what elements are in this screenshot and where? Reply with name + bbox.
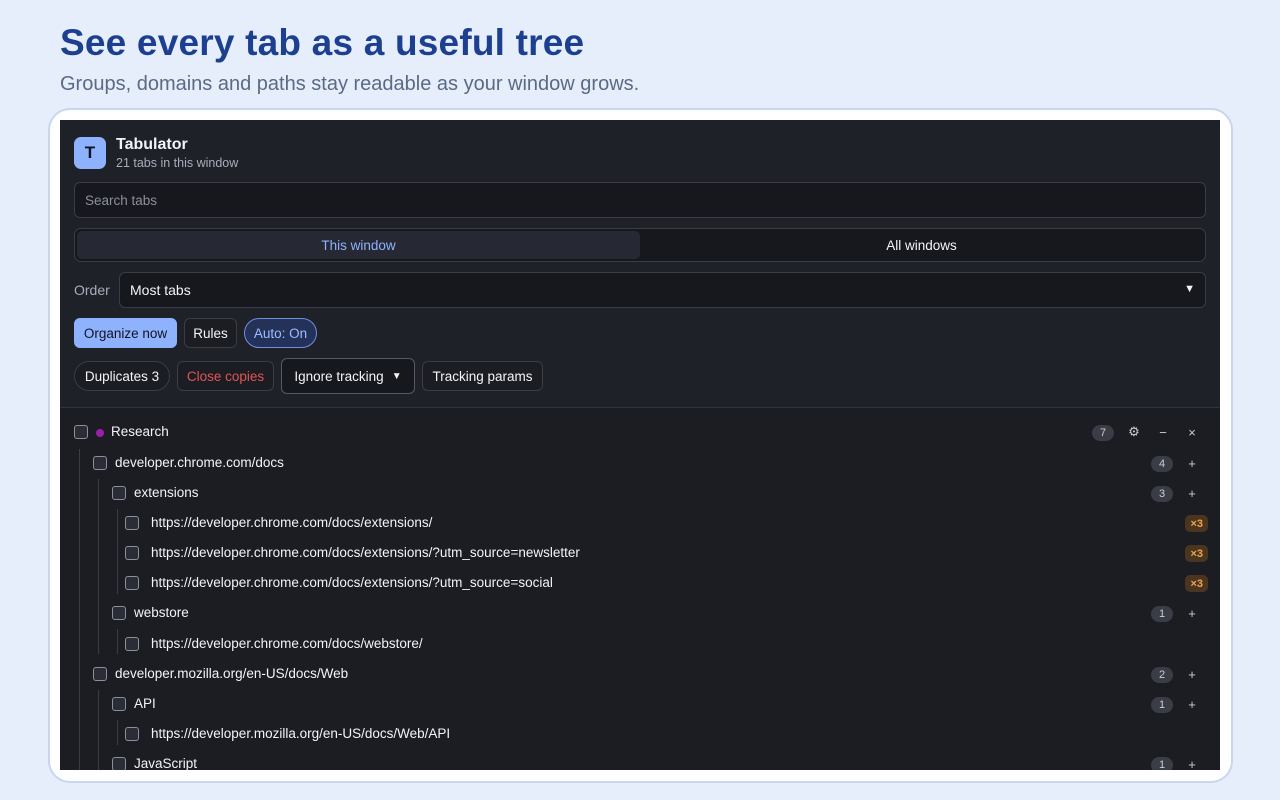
tab-url: https://developer.chrome.com/docs/extens… — [151, 575, 553, 590]
row-checkbox[interactable] — [112, 697, 126, 711]
scope-toggle: This window All windows — [74, 228, 1206, 262]
row-checkbox[interactable] — [74, 425, 88, 439]
duplicate-badge: ×3 — [1185, 545, 1208, 562]
tab-count-badge: 3 — [1151, 486, 1173, 502]
tab-row[interactable]: https://developer.chrome.com/docs/websto… — [60, 630, 1220, 660]
row-label: extensions — [134, 485, 199, 500]
plus-icon[interactable]: + — [1183, 604, 1201, 622]
tab-row[interactable]: https://developer.chrome.com/docs/extens… — [60, 509, 1220, 539]
tracking-mode-select[interactable]: Ignore tracking ▼ — [281, 358, 415, 394]
gear-icon[interactable]: ⚙ — [1125, 423, 1143, 441]
row-checkbox[interactable] — [125, 727, 139, 741]
chevron-down-icon: ▼ — [391, 370, 402, 382]
tab-count-badge: 7 — [1092, 425, 1114, 441]
row-checkbox[interactable] — [93, 667, 107, 681]
tab-count-badge: 2 — [1151, 667, 1173, 683]
row-label: API — [134, 696, 156, 711]
path-row[interactable]: API 1 + — [60, 690, 1220, 720]
tab-all-windows[interactable]: All windows — [640, 231, 1203, 259]
row-checkbox[interactable] — [112, 757, 126, 770]
organize-now-button[interactable]: Organize now — [74, 318, 177, 348]
close-icon[interactable]: × — [1183, 423, 1201, 441]
tab-count-badge: 4 — [1151, 456, 1173, 472]
order-label: Order — [74, 282, 110, 298]
group-label: Research — [111, 424, 169, 439]
tab-url: https://developer.chrome.com/docs/websto… — [151, 636, 423, 651]
close-copies-button[interactable]: Close copies — [177, 361, 274, 391]
path-row[interactable]: webstore 1 + — [60, 599, 1220, 629]
duplicate-badge: ×3 — [1185, 575, 1208, 592]
row-label: developer.mozilla.org/en-US/docs/Web — [115, 666, 349, 681]
tab-count-badge: 1 — [1151, 606, 1173, 622]
extension-panel: T Tabulator 21 tabs in this window This … — [60, 120, 1220, 770]
tab-url: https://developer.chrome.com/docs/extens… — [151, 515, 433, 530]
row-checkbox[interactable] — [112, 486, 126, 500]
domain-row[interactable]: developer.chrome.com/docs 4 + — [60, 449, 1220, 479]
tracking-mode-value: Ignore tracking — [294, 368, 384, 384]
path-row[interactable]: extensions 3 + — [60, 479, 1220, 509]
plus-icon[interactable]: + — [1183, 755, 1201, 771]
tab-url: https://developer.chrome.com/docs/extens… — [151, 545, 580, 560]
collapse-icon[interactable]: − — [1154, 423, 1172, 441]
row-checkbox[interactable] — [125, 576, 139, 590]
plus-icon[interactable]: + — [1183, 454, 1201, 472]
row-label: JavaScript — [134, 756, 198, 770]
tab-count-badge: 1 — [1151, 757, 1173, 770]
tab-row[interactable]: https://developer.chrome.com/docs/extens… — [60, 569, 1220, 599]
row-checkbox[interactable] — [125, 516, 139, 530]
tracking-params-button[interactable]: Tracking params — [422, 361, 543, 391]
group-row-research[interactable]: Research 7 ⚙ − × — [60, 418, 1220, 448]
hero-subtitle: Groups, domains and paths stay readable … — [60, 73, 640, 95]
row-checkbox[interactable] — [125, 546, 139, 560]
tab-this-window[interactable]: This window — [77, 231, 640, 259]
app-logo: T — [74, 137, 106, 169]
tab-row[interactable]: https://developer.mozilla.org/en-US/docs… — [60, 720, 1220, 750]
path-row[interactable]: JavaScript 1 + — [60, 750, 1220, 770]
row-checkbox[interactable] — [112, 606, 126, 620]
order-selected-value: Most tabs — [130, 282, 191, 298]
plus-icon[interactable]: + — [1183, 484, 1201, 502]
plus-icon[interactable]: + — [1183, 695, 1201, 713]
panel-header: T Tabulator 21 tabs in this window This … — [60, 120, 1220, 408]
domain-row[interactable]: developer.mozilla.org/en-US/docs/Web 2 + — [60, 660, 1220, 690]
row-checkbox[interactable] — [125, 637, 139, 651]
tab-url: https://developer.mozilla.org/en-US/docs… — [151, 726, 451, 741]
tab-count-badge: 1 — [1151, 697, 1173, 713]
auto-toggle-button[interactable]: Auto: On — [244, 318, 317, 348]
group-color-dot — [96, 429, 104, 437]
chevron-down-icon: ▼ — [1184, 283, 1195, 295]
duplicate-badge: ×3 — [1185, 515, 1208, 532]
hero-title: See every tab as a useful tree — [60, 22, 585, 63]
search-input[interactable] — [74, 182, 1206, 218]
row-label: developer.chrome.com/docs — [115, 455, 284, 470]
tab-count-text: 21 tabs in this window — [116, 156, 239, 170]
duplicates-badge[interactable]: Duplicates 3 — [74, 361, 170, 391]
row-checkbox[interactable] — [93, 456, 107, 470]
app-name: Tabulator — [116, 136, 188, 153]
order-select[interactable]: Most tabs ▼ — [119, 272, 1206, 308]
plus-icon[interactable]: + — [1183, 665, 1201, 683]
rules-button[interactable]: Rules — [184, 318, 237, 348]
row-label: webstore — [134, 605, 189, 620]
tab-row[interactable]: https://developer.chrome.com/docs/extens… — [60, 539, 1220, 569]
